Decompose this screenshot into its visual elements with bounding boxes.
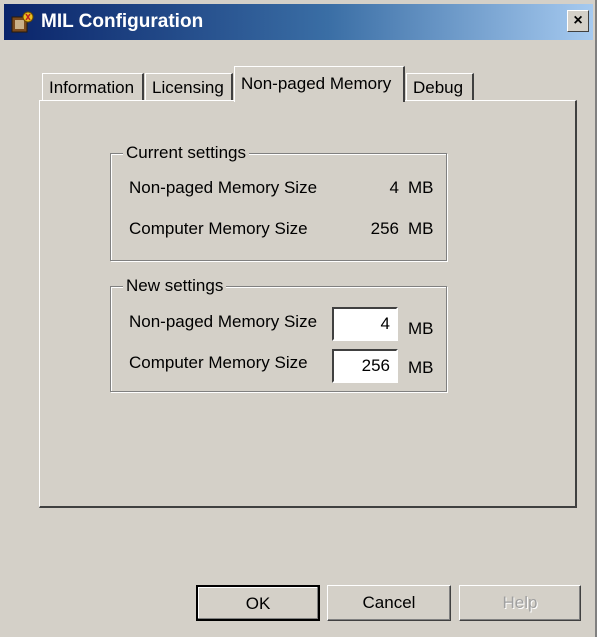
current-settings-legend: Current settings	[123, 141, 249, 165]
new-computer-unit: MB	[408, 358, 434, 377]
tab-debug[interactable]: Debug	[406, 73, 474, 101]
tab-panel-non-paged-memory: Current settings Non-paged Memory Size 4…	[39, 100, 577, 508]
current-settings-group: Current settings Non-paged Memory Size 4…	[110, 141, 447, 261]
current-computer-unit: MB	[408, 219, 434, 238]
app-icon	[11, 11, 34, 33]
cancel-button[interactable]: Cancel	[327, 585, 451, 621]
new-settings-group: New settings Non-paged Memory Size MB Co…	[110, 274, 447, 392]
help-button[interactable]: Help	[459, 585, 581, 621]
current-computer-value: 256	[370, 219, 399, 238]
tab-information[interactable]: Information	[42, 73, 144, 101]
close-icon[interactable]: ×	[567, 10, 589, 32]
current-nonpaged-label: Non-paged Memory Size	[129, 178, 318, 197]
new-nonpaged-unit: MB	[408, 319, 434, 338]
window-title: MIL Configuration	[41, 11, 204, 32]
current-nonpaged-value: 4	[389, 178, 399, 197]
current-nonpaged-unit: MB	[408, 178, 434, 197]
nonpaged-memory-size-input[interactable]	[332, 307, 398, 341]
new-settings-legend: New settings	[123, 274, 227, 298]
ok-button[interactable]: OK	[196, 585, 320, 621]
new-nonpaged-label: Non-paged Memory Size	[129, 312, 318, 331]
tab-non-paged-memory[interactable]: Non-paged Memory	[234, 66, 405, 102]
computer-memory-size-input[interactable]	[332, 349, 398, 383]
current-computer-label: Computer Memory Size	[129, 219, 308, 238]
title-bar[interactable]: MIL Configuration ×	[4, 4, 593, 40]
new-computer-label: Computer Memory Size	[129, 353, 308, 372]
mil-configuration-window: MIL Configuration × Information Licensin…	[0, 0, 597, 637]
tab-licensing[interactable]: Licensing	[145, 73, 233, 101]
